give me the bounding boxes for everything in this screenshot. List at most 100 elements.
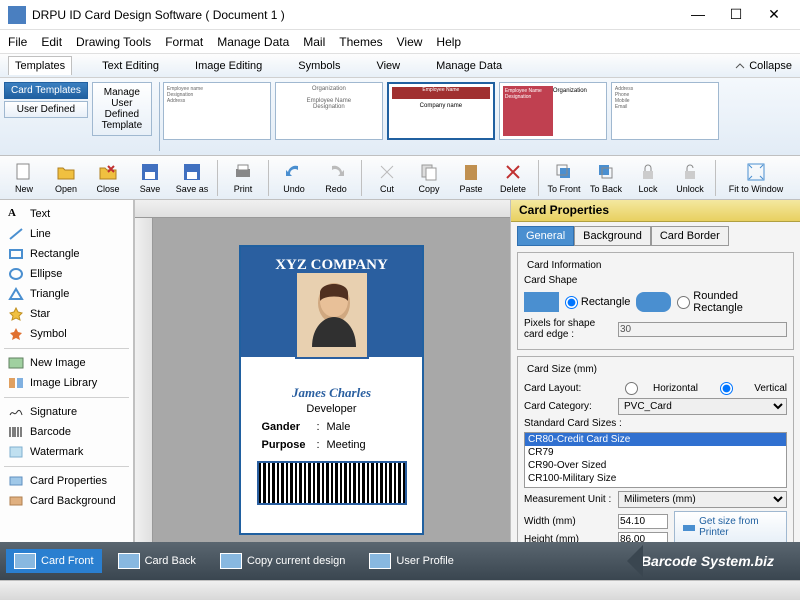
tool-line[interactable]: Line <box>4 224 129 244</box>
paste-button[interactable]: Paste <box>451 158 491 198</box>
new-icon <box>14 162 34 182</box>
close-button[interactable]: ✕ <box>764 6 784 23</box>
tool-signature[interactable]: Signature <box>4 402 129 422</box>
save-button[interactable]: Save <box>130 158 170 198</box>
size-item[interactable]: CR100-Military Size <box>525 472 786 485</box>
statusbar <box>0 580 800 600</box>
card-templates-button[interactable]: Card Templates <box>4 82 88 99</box>
tab-image[interactable]: Image Editing <box>189 57 268 75</box>
tool-star[interactable]: Star <box>4 304 129 324</box>
template-item[interactable]: OrganizationEmployee NameDesignation <box>275 82 383 140</box>
menu-themes[interactable]: Themes <box>339 35 382 49</box>
cut-button[interactable]: Cut <box>367 158 407 198</box>
tab-manage[interactable]: Manage Data <box>430 57 508 75</box>
toolbar: New Open Close Save Save as Print Undo R… <box>0 156 800 200</box>
card-field-gender: Gander:Male <box>262 421 402 433</box>
tool-image-library[interactable]: Image Library <box>4 373 129 393</box>
menu-drawing[interactable]: Drawing Tools <box>76 35 151 49</box>
size-item[interactable]: CR79 <box>525 446 786 459</box>
radio-rounded-rect[interactable]: Rounded Rectangle <box>677 290 787 314</box>
redo-button[interactable]: Redo <box>316 158 356 198</box>
card-front-button[interactable]: Card Front <box>6 549 102 573</box>
template-item[interactable]: Employee nameDesignationAddress <box>163 82 271 140</box>
menu-format[interactable]: Format <box>165 35 203 49</box>
size-list[interactable]: CR80-Credit Card Size CR79 CR90-Over Siz… <box>524 432 787 488</box>
copy-design-button[interactable]: Copy current design <box>212 549 353 573</box>
category-select[interactable]: PVC_Card <box>618 398 787 415</box>
tool-new-image[interactable]: New Image <box>4 353 129 373</box>
size-item[interactable]: CR90-Over Sized <box>525 459 786 472</box>
save-icon <box>140 162 160 182</box>
user-defined-button[interactable]: User Defined <box>4 101 88 118</box>
tab-general[interactable]: General <box>517 226 574 246</box>
tab-view[interactable]: View <box>370 57 406 75</box>
ellipse-icon <box>8 267 24 281</box>
properties-tabs: General Background Card Border <box>511 222 800 246</box>
user-profile-button[interactable]: User Profile <box>361 549 461 573</box>
delete-button[interactable]: Delete <box>493 158 533 198</box>
save-as-button[interactable]: Save as <box>172 158 212 198</box>
close-icon <box>98 162 118 182</box>
menu-view[interactable]: View <box>397 35 423 49</box>
tab-border[interactable]: Card Border <box>651 226 729 246</box>
back-icon <box>596 162 616 182</box>
to-front-button[interactable]: To Front <box>544 158 584 198</box>
copy-design-icon <box>220 553 242 569</box>
card-barcode <box>257 461 407 505</box>
menu-edit[interactable]: Edit <box>41 35 62 49</box>
radio-vertical[interactable]: Vertical <box>702 382 787 395</box>
canvas[interactable]: XYZ COMPANY James Charles Developer Gand… <box>153 218 510 562</box>
open-button[interactable]: Open <box>46 158 86 198</box>
tool-triangle[interactable]: Triangle <box>4 284 129 304</box>
template-item[interactable]: Employee NameDesignationOrganization <box>499 82 607 140</box>
menu-mail[interactable]: Mail <box>303 35 325 49</box>
template-item-selected[interactable]: Employee NameCompany name <box>387 82 495 140</box>
tab-symbols[interactable]: Symbols <box>292 57 346 75</box>
close-doc-button[interactable]: Close <box>88 158 128 198</box>
unlock-button[interactable]: Unlock <box>670 158 710 198</box>
tool-symbol[interactable]: Symbol <box>4 324 129 344</box>
id-card[interactable]: XYZ COMPANY James Charles Developer Gand… <box>239 245 424 535</box>
category-label: Card Category: <box>524 401 614 412</box>
radio-rectangle[interactable]: Rectangle <box>565 296 631 309</box>
tool-card-properties[interactable]: Card Properties <box>4 471 129 491</box>
tool-text[interactable]: AText <box>4 204 129 224</box>
collapse-button[interactable]: Collapse <box>734 60 792 72</box>
menu-help[interactable]: Help <box>436 35 461 49</box>
menu-manage-data[interactable]: Manage Data <box>217 35 289 49</box>
width-input[interactable] <box>618 514 668 529</box>
ribbon-tabs: Templates Text Editing Image Editing Sym… <box>0 54 800 78</box>
tab-text[interactable]: Text Editing <box>96 57 165 75</box>
manage-udt-button[interactable]: Manage User Defined Template <box>92 82 152 136</box>
printer-icon <box>681 519 695 535</box>
to-back-button[interactable]: To Back <box>586 158 626 198</box>
pixel-edge-label: Pixels for shape card edge : <box>524 318 614 340</box>
print-button[interactable]: Print <box>223 158 263 198</box>
minimize-button[interactable]: — <box>688 6 708 23</box>
tab-templates[interactable]: Templates <box>8 56 72 75</box>
card-back-button[interactable]: Card Back <box>110 549 204 573</box>
tab-background[interactable]: Background <box>574 226 651 246</box>
unit-select[interactable]: Milimeters (mm) <box>618 491 787 508</box>
undo-icon <box>284 162 304 182</box>
titlebar: DRPU ID Card Design Software ( Document … <box>0 0 800 30</box>
menu-file[interactable]: File <box>8 35 27 49</box>
fit-window-button[interactable]: Fit to Window <box>721 158 791 198</box>
radio-horizontal[interactable]: Horizontal <box>613 382 698 395</box>
tool-rectangle[interactable]: Rectangle <box>4 244 129 264</box>
tool-watermark[interactable]: Watermark <box>4 442 129 462</box>
copy-button[interactable]: Copy <box>409 158 449 198</box>
width-label: Width (mm) <box>524 516 614 527</box>
new-button[interactable]: New <box>4 158 44 198</box>
tool-ellipse[interactable]: Ellipse <box>4 264 129 284</box>
lock-button[interactable]: Lock <box>628 158 668 198</box>
maximize-button[interactable]: ☐ <box>726 6 746 23</box>
get-size-button[interactable]: Get size from Printer <box>674 511 787 543</box>
size-item[interactable]: CR80-Credit Card Size <box>525 433 786 446</box>
tool-card-background[interactable]: Card Background <box>4 491 129 511</box>
tool-panel: AText Line Rectangle Ellipse Triangle St… <box>0 200 135 562</box>
tool-barcode[interactable]: Barcode <box>4 422 129 442</box>
template-item[interactable]: AddressPhoneMobileEmail <box>611 82 719 140</box>
undo-button[interactable]: Undo <box>274 158 314 198</box>
card-field-purpose: Purpose:Meeting <box>262 439 402 451</box>
